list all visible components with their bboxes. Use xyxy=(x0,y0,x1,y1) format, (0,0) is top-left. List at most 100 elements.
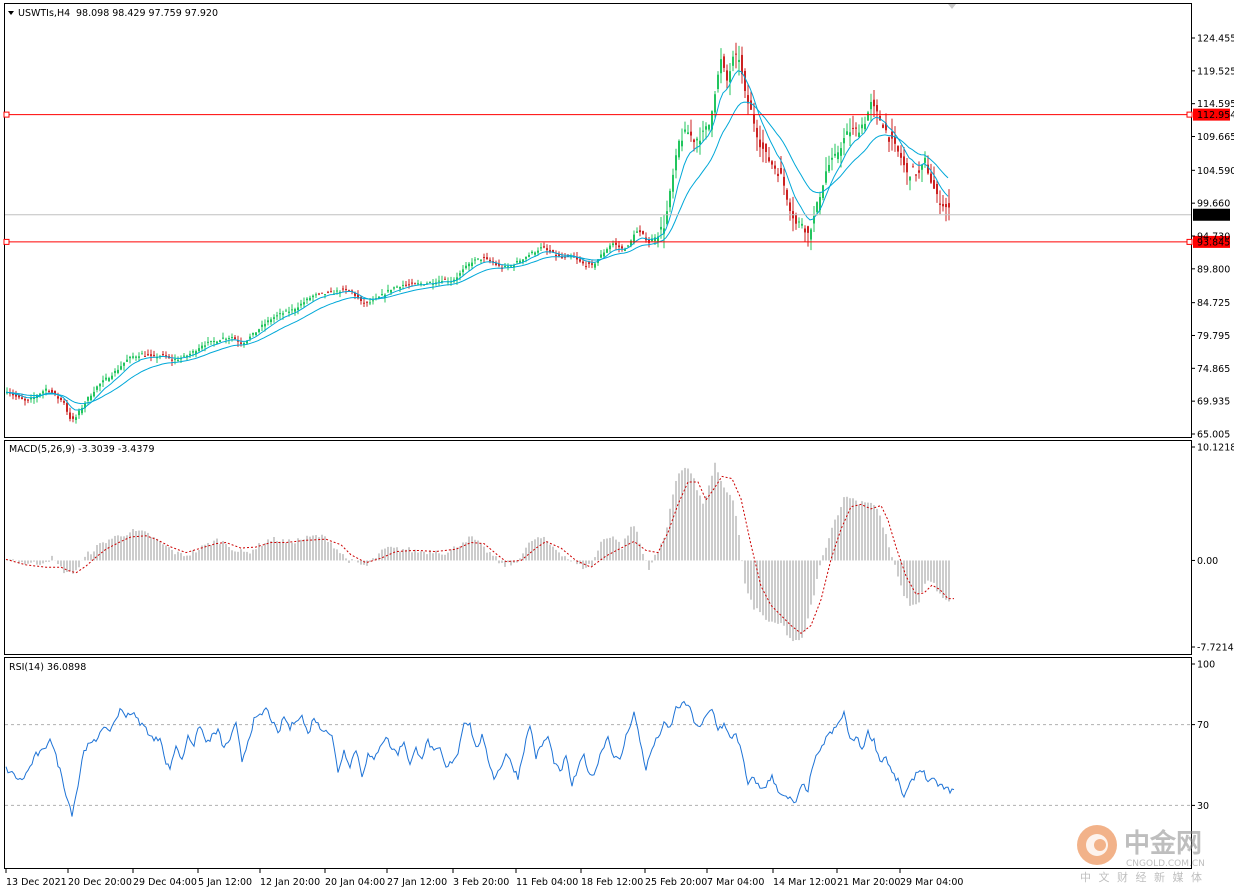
bull-candle xyxy=(720,59,722,74)
bull-candle xyxy=(264,323,266,327)
bull-candle xyxy=(627,245,629,247)
bull-candle xyxy=(303,302,305,305)
bear-candle xyxy=(486,257,488,260)
bull-candle xyxy=(684,129,686,132)
bull-candle xyxy=(480,259,482,261)
bear-candle xyxy=(933,180,935,189)
bull-candle xyxy=(438,280,440,282)
bear-candle xyxy=(579,259,581,262)
bull-candle xyxy=(120,366,122,370)
bear-candle xyxy=(888,137,890,142)
bear-candle xyxy=(495,263,497,265)
bear-candle xyxy=(27,399,29,401)
bull-candle xyxy=(285,310,287,312)
time-tick-label: 20 Jan 04:00 xyxy=(325,877,385,888)
bear-candle xyxy=(771,161,773,165)
bull-candle xyxy=(267,320,269,323)
price-tick-label: 109.665 xyxy=(1197,132,1234,143)
level-handle[interactable] xyxy=(1186,238,1193,245)
bear-candle xyxy=(555,254,557,256)
bear-candle xyxy=(750,100,752,110)
bear-candle xyxy=(726,70,728,81)
bear-candle xyxy=(855,127,857,129)
bull-candle xyxy=(600,254,602,258)
bull-candle xyxy=(201,345,203,349)
time-tick-label: 3 Feb 20:00 xyxy=(453,877,509,888)
bull-candle xyxy=(840,148,842,156)
price-tick-label: 84.725 xyxy=(1197,298,1230,309)
watermark-slogan: 中 文 财 经 新 媒 体 xyxy=(1080,870,1204,884)
level-handle[interactable] xyxy=(3,238,10,245)
bear-candle xyxy=(891,131,893,139)
bear-candle xyxy=(330,291,332,293)
watermark-logo: 中金网 CNGOLD.COM.CN 中 文 财 经 新 媒 体 xyxy=(1077,825,1205,884)
bear-candle xyxy=(618,245,620,248)
bull-candle xyxy=(702,130,704,132)
bear-candle xyxy=(744,70,746,91)
bull-candle xyxy=(261,324,263,327)
price-tick-label: 74.865 xyxy=(1197,364,1230,375)
bull-candle xyxy=(30,398,32,400)
bull-candle xyxy=(207,341,209,343)
bull-candle xyxy=(681,140,683,147)
time-tick-label: 21 Mar 20:00 xyxy=(837,877,900,888)
level-handle[interactable] xyxy=(1186,111,1193,118)
bull-candle xyxy=(105,377,107,380)
bull-candle xyxy=(636,231,638,233)
bull-candle xyxy=(228,338,230,340)
bull-candle xyxy=(507,266,509,268)
bear-candle xyxy=(240,342,242,344)
bear-candle xyxy=(72,416,74,419)
bull-candle xyxy=(516,260,518,263)
bear-candle xyxy=(51,389,53,393)
bear-candle xyxy=(360,296,362,301)
bull-candle xyxy=(717,74,719,90)
price-pane[interactable] xyxy=(4,3,1192,438)
rsi-tick-label: 100 xyxy=(1197,660,1215,671)
bull-candle xyxy=(393,287,395,289)
bear-candle xyxy=(24,398,26,401)
bull-candle xyxy=(387,289,389,292)
bull-candle xyxy=(324,294,326,296)
bull-candle xyxy=(282,313,284,315)
price-tick-label: 99.660 xyxy=(1197,199,1230,210)
rsi-tick-label: 30 xyxy=(1197,801,1209,812)
bear-candle xyxy=(582,261,584,264)
bull-candle xyxy=(291,309,293,311)
bull-candle xyxy=(189,353,191,356)
bull-candle xyxy=(870,102,872,110)
rsi-tick-label: 70 xyxy=(1197,720,1209,731)
time-tick-label: 18 Feb 12:00 xyxy=(581,877,643,888)
time-tick-label: 11 Feb 04:00 xyxy=(516,877,578,888)
bear-candle xyxy=(543,246,545,248)
bull-candle xyxy=(525,256,527,259)
bear-candle xyxy=(21,397,23,400)
bear-candle xyxy=(780,168,782,174)
bear-candle xyxy=(936,184,938,195)
bull-candle xyxy=(537,250,539,253)
bull-candle xyxy=(594,263,596,268)
level-handle[interactable] xyxy=(3,111,10,118)
bear-candle xyxy=(777,173,779,177)
bull-candle xyxy=(294,309,296,312)
bull-candle xyxy=(126,359,128,362)
bull-candle xyxy=(714,94,716,113)
time-tick-label: 14 Mar 12:00 xyxy=(773,877,836,888)
bear-candle xyxy=(318,293,320,295)
bull-candle xyxy=(138,356,140,358)
bull-candle xyxy=(867,112,869,121)
bull-candle xyxy=(924,157,926,163)
bull-candle xyxy=(93,391,95,397)
watermark-brand: 中金网 xyxy=(1124,828,1202,859)
ohlc-values: 98.098 98.429 97.759 97.920 xyxy=(76,8,218,19)
time-tick-label: 20 Dec 20:00 xyxy=(68,877,132,888)
macd-pane[interactable] xyxy=(4,440,1192,655)
mt4-chart-window[interactable]: 112.95493.84597.920 124.455119.525114.59… xyxy=(0,0,1234,895)
bear-candle xyxy=(366,301,368,303)
bull-candle xyxy=(531,251,533,254)
bear-candle xyxy=(894,136,896,144)
price-tick-label: 69.935 xyxy=(1197,397,1230,408)
bear-candle xyxy=(546,248,548,251)
bear-candle xyxy=(930,173,932,183)
bull-candle xyxy=(111,375,113,379)
